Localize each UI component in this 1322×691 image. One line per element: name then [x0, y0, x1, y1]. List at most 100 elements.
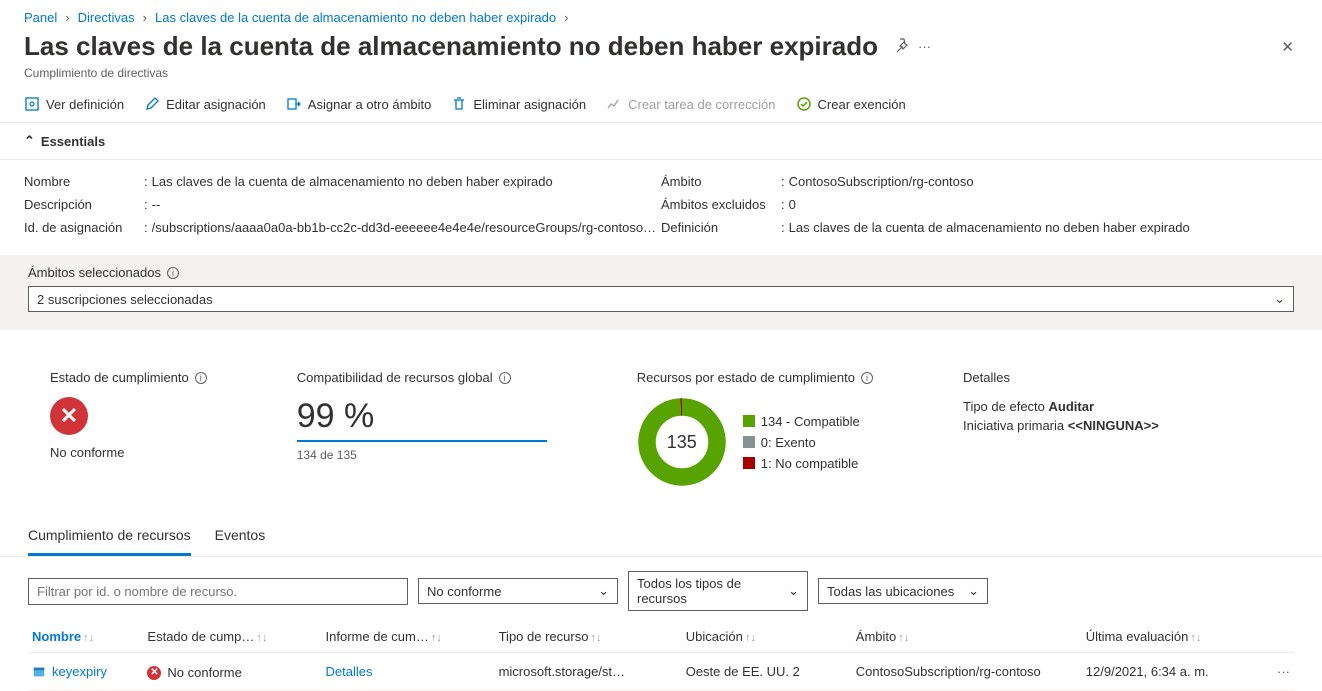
name-value: Las claves de la cuenta de almacenamient…: [152, 174, 661, 189]
delete-assignment-label: Eliminar asignación: [473, 97, 586, 112]
row-state: No conforme: [167, 665, 241, 680]
delete-assignment-button[interactable]: Eliminar asignación: [451, 96, 586, 112]
scope-value: ContosoSubscription/rg-contoso: [789, 174, 1298, 189]
page-subtitle: Cumplimiento de directivas: [0, 66, 1322, 90]
table-row[interactable]: keyexpiry ✕ No conforme Detalles microso…: [28, 653, 1294, 691]
resource-link[interactable]: keyexpiry: [32, 664, 139, 679]
sort-icon: ↑↓: [81, 632, 94, 644]
donut-center-value: 135: [637, 397, 727, 487]
donut-chart: 135: [637, 397, 727, 487]
compliance-state-value: No conforme: [50, 445, 207, 460]
col-report[interactable]: Informe de cum…↑↓: [322, 621, 495, 653]
resource-compliance-card: Compatibilidad de recursos global i 99 %…: [297, 370, 547, 462]
assign-scope-label: Asignar a otro ámbito: [308, 97, 432, 112]
donut-legend: 134 - Compatible 0: Exento 1: No compati…: [743, 411, 860, 474]
info-icon[interactable]: i: [499, 372, 511, 384]
excluded-scopes-value: 0: [789, 197, 1298, 212]
col-scope[interactable]: Ámbito↑↓: [852, 621, 1082, 653]
row-context-menu[interactable]: ···: [1264, 653, 1294, 691]
close-icon[interactable]: ✕: [1277, 34, 1298, 60]
col-location[interactable]: Ubicación↑↓: [682, 621, 852, 653]
type-filter-dropdown[interactable]: Todos los tipos de recursos⌄: [628, 571, 808, 611]
chevron-right-icon: ›: [65, 10, 69, 25]
effect-type-value: Auditar: [1049, 399, 1095, 414]
edit-assignment-button[interactable]: Editar asignación: [144, 96, 266, 112]
chevron-down-icon: ⌄: [598, 583, 609, 599]
tab-events[interactable]: Eventos: [215, 517, 266, 556]
sort-icon: ↑↓: [1188, 632, 1201, 644]
view-definition-label: Ver definición: [46, 97, 124, 112]
chevron-down-icon: ⌄: [788, 583, 799, 599]
parent-initiative-label: Iniciativa primaria: [963, 418, 1064, 433]
create-remediation-label: Crear tarea de corrección: [628, 97, 775, 112]
edit-assignment-label: Editar asignación: [166, 97, 266, 112]
details-card: Detalles Tipo de efecto Auditar Iniciati…: [963, 370, 1159, 435]
row-location: Oeste de EE. UU. 2: [682, 653, 852, 691]
scope-label: Ámbito: [661, 174, 781, 189]
compliance-donut-card: Recursos por estado de cumplimiento i 13…: [637, 370, 873, 487]
row-details-link[interactable]: Detalles: [326, 664, 373, 679]
legend-swatch-exempt: [743, 436, 755, 448]
description-value: --: [152, 197, 661, 212]
essentials-toggle[interactable]: ⌃ Essentials: [0, 123, 1322, 160]
sort-icon: ↑↓: [896, 632, 909, 644]
info-icon[interactable]: i: [167, 267, 179, 279]
tabs: Cumplimiento de recursos Eventos: [0, 517, 1322, 557]
col-type[interactable]: Tipo de recurso↑↓: [495, 621, 682, 653]
col-last-eval[interactable]: Última evaluación↑↓: [1082, 621, 1264, 653]
selected-scopes-dropdown[interactable]: 2 suscripciones seleccionadas ⌄: [28, 286, 1294, 312]
noncompliant-badge-icon: ✕: [147, 666, 161, 680]
breadcrumb-directives[interactable]: Directivas: [78, 10, 135, 25]
col-state[interactable]: Estado de cump…↑↓: [143, 621, 321, 653]
legend-swatch-compliant: [743, 415, 755, 427]
chevron-down-icon: ⌄: [968, 583, 979, 599]
info-icon[interactable]: i: [195, 372, 207, 384]
state-filter-dropdown[interactable]: No conforme⌄: [418, 578, 618, 604]
row-scope: ContosoSubscription/rg-contoso: [852, 653, 1082, 691]
sort-icon: ↑↓: [254, 632, 267, 644]
compliance-percent: 99 %: [297, 397, 547, 436]
assignment-id-value: /subscriptions/aaaa0a0a-bb1b-cc2c-dd3d-e…: [152, 220, 661, 235]
location-filter-dropdown[interactable]: Todas las ubicaciones⌄: [818, 578, 988, 604]
parent-initiative-value: <<NINGUNA>>: [1068, 418, 1159, 433]
essentials-panel: Nombre : Las claves de la cuenta de alma…: [0, 160, 1322, 255]
chevron-right-icon: ›: [564, 10, 568, 25]
chevron-up-icon: ⌃: [24, 133, 35, 149]
info-icon[interactable]: i: [861, 372, 873, 384]
create-exemption-button[interactable]: Crear exención: [796, 96, 906, 112]
create-remediation-button: Crear tarea de corrección: [606, 96, 775, 112]
chevron-right-icon: ›: [143, 10, 147, 25]
resource-filter-input[interactable]: [28, 578, 408, 605]
breadcrumb-panel[interactable]: Panel: [24, 10, 57, 25]
name-label: Nombre: [24, 174, 144, 189]
tab-resource-compliance[interactable]: Cumplimiento de recursos: [28, 517, 191, 556]
create-exemption-label: Crear exención: [818, 97, 906, 112]
row-last-eval: 12/9/2021, 6:34 a. m.: [1082, 653, 1264, 691]
legend-swatch-noncompliant: [743, 457, 755, 469]
sort-icon: ↑↓: [429, 632, 442, 644]
command-bar: Ver definición Editar asignación Asignar…: [0, 90, 1322, 123]
excluded-scopes-label: Ámbitos excluidos: [661, 197, 781, 212]
definition-value: Las claves de la cuenta de almacenamient…: [789, 220, 1298, 235]
view-definition-button[interactable]: Ver definición: [24, 96, 124, 112]
selected-scopes-label: Ámbitos seleccionados: [28, 265, 161, 280]
assign-scope-button[interactable]: Asignar a otro ámbito: [286, 96, 432, 112]
scope-filter-band: Ámbitos seleccionados i 2 suscripciones …: [0, 255, 1322, 330]
sort-icon: ↑↓: [588, 632, 601, 644]
chevron-down-icon: ⌄: [1274, 291, 1285, 307]
storage-icon: [32, 665, 46, 679]
page-header: Las claves de la cuenta de almacenamient…: [0, 31, 1322, 66]
compliance-count: 134 de 135: [297, 440, 547, 462]
row-type: microsoft.storage/st…: [495, 653, 682, 691]
pin-icon[interactable]: [890, 33, 914, 60]
results-grid: Nombre↑↓ Estado de cump…↑↓ Informe de cu…: [0, 621, 1322, 691]
sort-icon: ↑↓: [743, 632, 756, 644]
noncompliant-icon: ✕: [50, 397, 88, 435]
breadcrumb: Panel › Directivas › Las claves de la cu…: [0, 0, 1322, 31]
col-name[interactable]: Nombre↑↓: [28, 621, 143, 653]
assignment-id-label: Id. de asignación: [24, 220, 144, 235]
more-icon[interactable]: ···: [914, 35, 935, 58]
grid-filters: No conforme⌄ Todos los tipos de recursos…: [0, 557, 1322, 621]
description-label: Descripción: [24, 197, 144, 212]
breadcrumb-current[interactable]: Las claves de la cuenta de almacenamient…: [155, 10, 556, 25]
